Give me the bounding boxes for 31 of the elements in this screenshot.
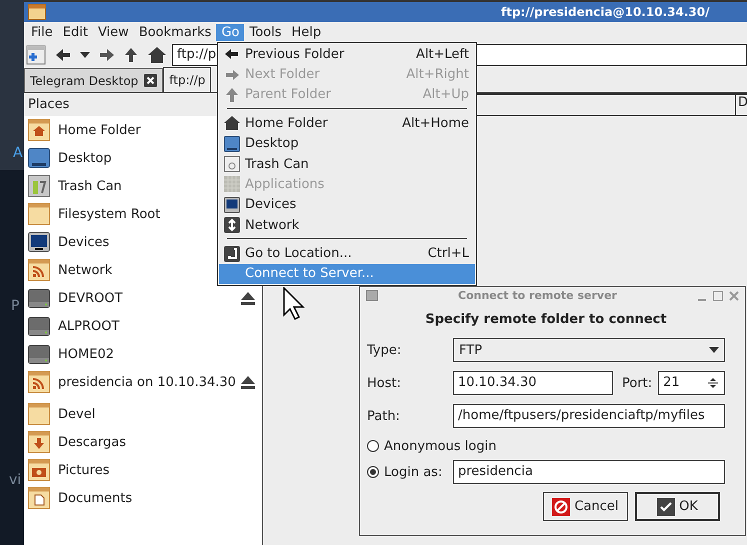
sidebar-label: Devel xyxy=(58,406,96,422)
field-label: Host: xyxy=(367,376,402,390)
sidebar-label: Desktop xyxy=(58,150,112,166)
sidebar-label: Devices xyxy=(58,234,110,250)
dialog-heading: Specify remote folder to connect xyxy=(424,312,668,327)
desktop-label: vi xyxy=(9,472,22,488)
sidebar-label: Home Folder xyxy=(58,122,141,138)
shortcut-text: Alt+Left xyxy=(416,46,469,62)
field-label: Type: xyxy=(367,342,402,358)
sidebar-label: Descargas xyxy=(58,434,126,450)
field-label: Path: xyxy=(367,408,401,424)
dialog-title: Connect to remote server xyxy=(457,289,618,302)
tab-label: Telegram Desktop xyxy=(30,74,138,88)
shortcut-text: Alt+Up xyxy=(422,87,469,102)
sidebar-label: ALPROOT xyxy=(58,318,120,334)
field-label: Port: xyxy=(622,376,652,390)
desktop-label: A xyxy=(13,145,23,161)
sidebar-label: HOME02 xyxy=(58,346,114,362)
sidebar-label: Pictures xyxy=(58,462,110,478)
sidebar-label: presidencia on 10.10.34.30 xyxy=(58,374,236,390)
window-title: ftp://presidencia@10.10.34.30/ xyxy=(501,5,710,19)
sidebar-label: Trash Can xyxy=(58,178,122,194)
shortcut-text: Ctrl+L xyxy=(428,246,469,261)
sidebar-label: Filesystem Root xyxy=(58,206,160,222)
sidebar-label: DEVROOT xyxy=(58,290,123,306)
sidebar-label: Documents xyxy=(58,490,132,506)
desktop-label: P xyxy=(11,298,20,314)
shortcut-text: Alt+Home xyxy=(402,116,469,131)
shortcut-text: Alt+Right xyxy=(406,67,469,82)
tab-label: ftp://p xyxy=(169,73,206,87)
sidebar-label: Network xyxy=(58,262,112,278)
